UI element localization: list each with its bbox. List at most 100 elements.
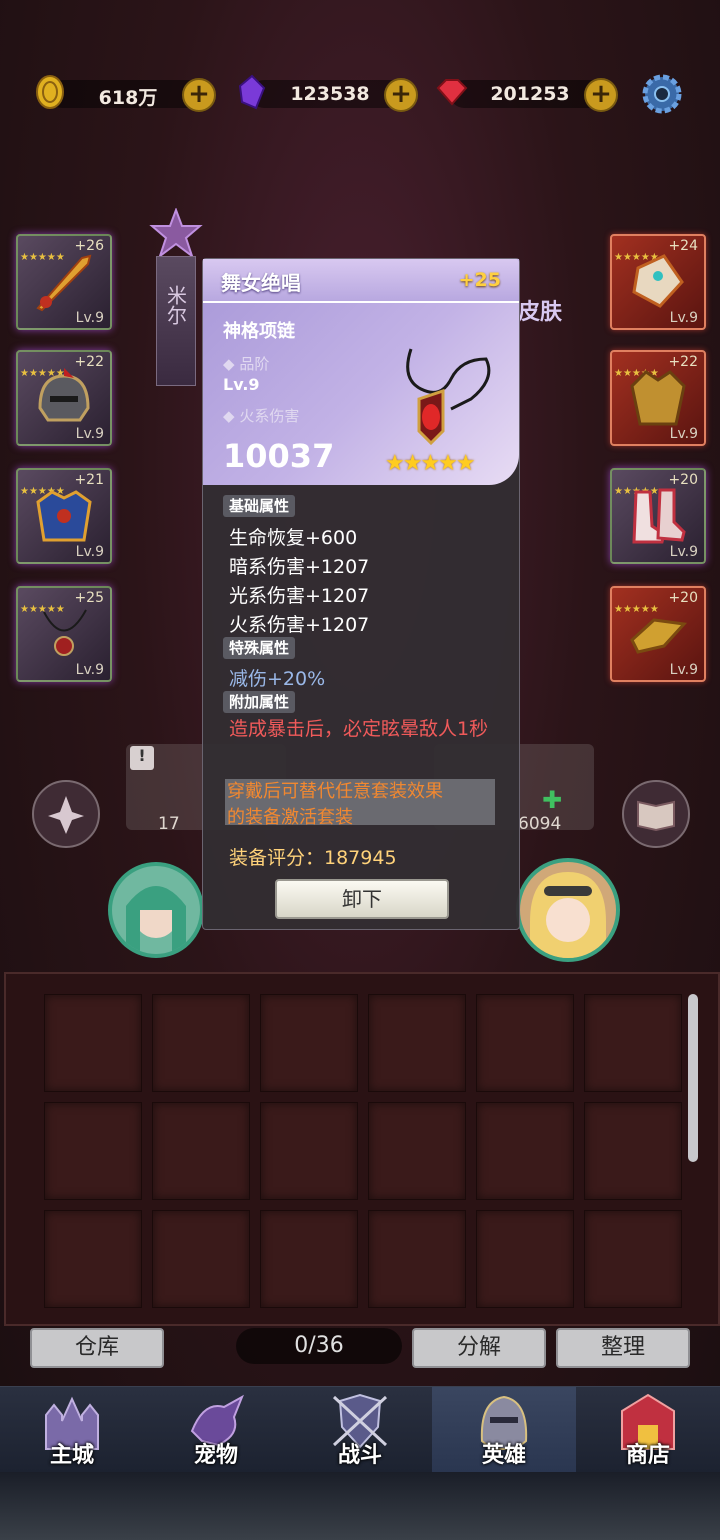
inventory-cell[interactable] xyxy=(368,1210,466,1308)
skin-label[interactable]: 皮肤 xyxy=(518,294,562,326)
gold-value: 618万 xyxy=(98,87,158,109)
item-name: 神格项链 xyxy=(223,321,295,342)
inventory-cell[interactable] xyxy=(44,1102,142,1200)
settings-gear-icon[interactable] xyxy=(640,72,684,116)
inventory-cell[interactable] xyxy=(584,994,682,1092)
inventory-cell[interactable] xyxy=(476,1210,574,1308)
special-attribute: 减伤+20% xyxy=(229,668,326,690)
set-name: 舞女绝唱 xyxy=(221,271,301,295)
unequip-button[interactable]: 卸下 xyxy=(275,879,449,919)
inventory-cell[interactable] xyxy=(476,1102,574,1200)
necklace-item-icon xyxy=(406,348,491,446)
inventory-cell[interactable] xyxy=(260,1102,358,1200)
helmet-icon xyxy=(38,368,90,422)
boots-icon xyxy=(632,488,686,544)
inventory-cell[interactable] xyxy=(152,1102,250,1200)
slot-level: Lv.9 xyxy=(669,662,698,678)
inventory-cell[interactable] xyxy=(368,1102,466,1200)
equip-slot-weapon[interactable]: +26 ★★★★★ Lv.9 xyxy=(16,234,112,330)
equip-slot-armor[interactable]: +21 ★★★★★ Lv.9 xyxy=(16,468,112,564)
add-gold-button[interactable]: + xyxy=(182,78,216,112)
tab-label: 宠物 xyxy=(193,1443,238,1468)
slot-level: Lv.9 xyxy=(75,426,104,442)
equipment-rating: 装备评分：187945 xyxy=(229,847,397,869)
set-effect-line1: 穿戴后可替代任意套装效果 xyxy=(227,781,443,802)
hero-face-icon xyxy=(126,886,186,954)
basic-attribute: 暗系伤害+1207 xyxy=(229,556,370,578)
slot-level: Lv.9 xyxy=(669,310,698,326)
slot-level: Lv.9 xyxy=(669,544,698,560)
inventory-count: 0/36 xyxy=(236,1328,402,1364)
decompose-button[interactable]: 分解 xyxy=(412,1328,546,1368)
inventory-scrollbar[interactable] xyxy=(688,994,698,1162)
tab-shop[interactable]: 商店 xyxy=(576,1387,720,1473)
tab-label: 英雄 xyxy=(481,1443,526,1468)
ruby-gem-icon xyxy=(436,79,468,106)
hero-portrait-1[interactable] xyxy=(108,862,204,958)
basic-attribute: 光系伤害+1207 xyxy=(229,585,370,607)
alert-icon[interactable]: ! xyxy=(130,746,154,770)
gold-counter: 618万 + xyxy=(36,75,216,112)
tab-label: 战斗 xyxy=(337,1443,382,1468)
hero-name-banner: 米尔 xyxy=(156,256,196,386)
inventory-cell[interactable] xyxy=(584,1102,682,1200)
special-attributes-header: 特殊属性 xyxy=(223,637,296,659)
quality-label: ◆ 品阶 xyxy=(223,355,270,373)
quality-text: 品阶 xyxy=(239,355,270,373)
tab-battle[interactable]: 战斗 xyxy=(288,1387,432,1473)
add-crystal-button[interactable]: + xyxy=(384,78,418,112)
ruby-counter: 201253 + xyxy=(436,78,618,112)
tab-pets[interactable]: 宠物 xyxy=(144,1387,288,1473)
slot-level: Lv.9 xyxy=(669,426,698,442)
equip-slot-chest[interactable]: +22 ★★★★★ Lv.9 xyxy=(610,350,706,446)
armor-icon xyxy=(36,490,92,542)
add-stat-icon[interactable]: ✚ xyxy=(542,786,562,814)
left-round-button[interactable] xyxy=(32,780,100,848)
equip-slot-gloves[interactable]: +24 ★★★★★ Lv.9 xyxy=(610,234,706,330)
ring-icon xyxy=(630,618,688,654)
inventory-cell[interactable] xyxy=(260,994,358,1092)
item-stars: ★★★★★ xyxy=(385,451,476,476)
fleur-icon xyxy=(48,796,84,834)
inventory-cell[interactable] xyxy=(260,1210,358,1308)
bottom-bar-background xyxy=(0,1472,720,1540)
equip-slot-helmet[interactable]: +22 ★★★★★ Lv.9 xyxy=(16,350,112,446)
hero-portrait-selected[interactable] xyxy=(516,858,620,962)
inventory-cell[interactable] xyxy=(152,1210,250,1308)
element-text: 火系伤害 xyxy=(239,407,300,425)
purple-crystal-icon xyxy=(238,74,266,110)
sort-button[interactable]: 整理 xyxy=(556,1328,690,1368)
warehouse-button[interactable]: 仓库 xyxy=(30,1328,164,1368)
item-level: Lv.9 xyxy=(223,375,260,394)
inventory-cell[interactable] xyxy=(44,1210,142,1308)
tab-main-city[interactable]: 主城 xyxy=(0,1387,144,1473)
add-ruby-button[interactable]: + xyxy=(584,78,618,112)
enhance-level: +25 xyxy=(458,269,501,291)
equip-slot-ring[interactable]: +20 ★★★★★ Lv.9 xyxy=(610,586,706,682)
necklace-icon xyxy=(43,609,87,656)
inventory-cell[interactable] xyxy=(152,994,250,1092)
slot-level: Lv.9 xyxy=(75,662,104,678)
set-effect-line2: 的装备激活套装 xyxy=(227,807,353,828)
inventory-cell[interactable] xyxy=(368,994,466,1092)
gold-coin-icon xyxy=(36,75,64,109)
inventory-cell[interactable] xyxy=(476,994,574,1092)
tab-label: 主城 xyxy=(49,1443,94,1468)
stat-left-partial: 17 xyxy=(158,814,180,834)
inventory-cell[interactable] xyxy=(44,994,142,1092)
tab-heroes[interactable]: 英雄 xyxy=(432,1387,576,1473)
item-power-score: 10037 xyxy=(223,437,335,475)
book-round-button[interactable] xyxy=(622,780,690,848)
crystal-value: 123538 xyxy=(290,83,370,105)
emblem-icon xyxy=(149,208,203,258)
stat-right-partial: 6094 xyxy=(518,814,562,834)
gauntlet-icon xyxy=(632,254,684,308)
equip-slot-boots[interactable]: +20 ★★★★★ Lv.9 xyxy=(610,468,706,564)
hero-face-icon xyxy=(530,872,606,958)
crystal-counter: 123538 + xyxy=(238,74,418,112)
equip-slot-necklace[interactable]: +25 ★★★★★ Lv.9 xyxy=(16,586,112,682)
sword-icon xyxy=(36,254,92,312)
ruby-value: 201253 xyxy=(490,83,570,105)
inventory-cell[interactable] xyxy=(584,1210,682,1308)
tab-label: 商店 xyxy=(625,1443,670,1468)
